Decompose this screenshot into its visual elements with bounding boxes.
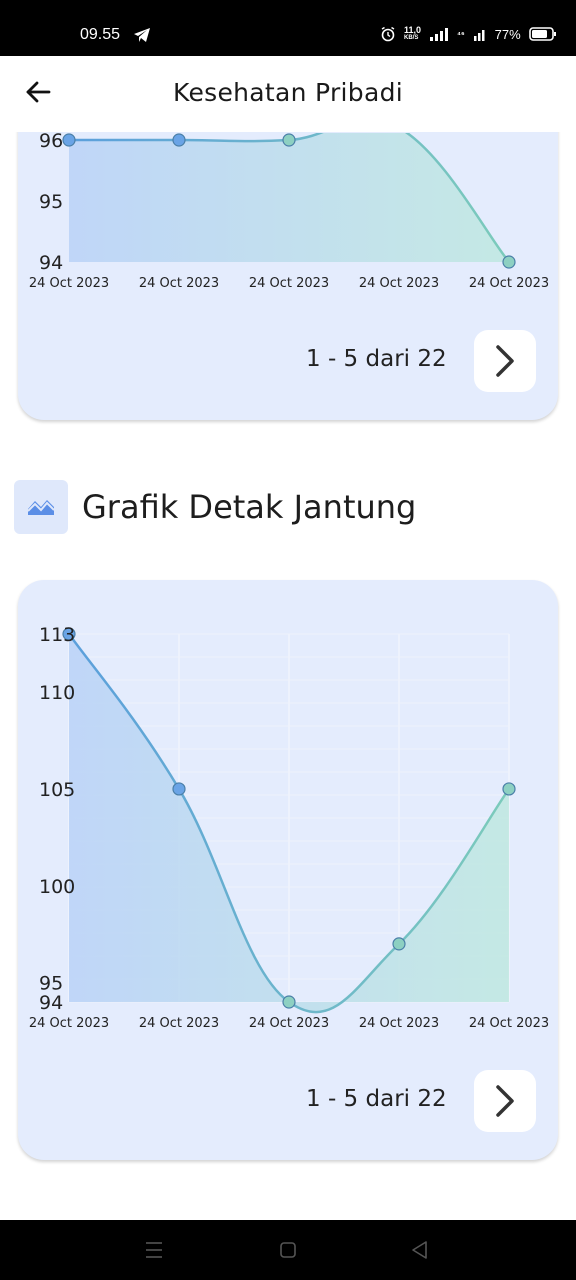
y-tick-label: 95 [39, 191, 63, 213]
heart-rate-section-header: Grafik Detak Jantung [14, 480, 416, 534]
signal-icon [430, 28, 449, 41]
x-tick-label: 24 Oct 2023 [29, 1016, 109, 1031]
y-tick-label: 94 [39, 252, 63, 274]
home-icon[interactable] [279, 1238, 297, 1262]
status-bar: 09.55 11,0 KB/S ⁴⁶ 77% [0, 0, 576, 56]
data-point[interactable] [282, 133, 296, 147]
back-nav-icon[interactable] [410, 1238, 428, 1262]
y-tick-label: 100 [39, 876, 75, 898]
x-tick-label: 24 Oct 2023 [469, 276, 549, 291]
network-type: ⁴⁶ [457, 29, 465, 39]
heart-rate-area-chart: 9495 100 105 110 113 24 Oct 2023 24 Oct 2023 24… [29, 624, 549, 1031]
status-indicators: 11,0 KB/S ⁴⁶ 77% [380, 26, 557, 42]
network-speed-unit: KB/S [404, 35, 419, 41]
y-tick-label: 96 [39, 130, 63, 152]
heart-chart-next-button[interactable] [474, 1070, 536, 1132]
y-tick-label: 94 [39, 992, 63, 1014]
x-tick-label: 24 Oct 2023 [469, 1016, 549, 1031]
navigation-bar [0, 1220, 576, 1280]
x-tick-label: 24 Oct 2023 [139, 276, 219, 291]
y-tick-label: 110 [39, 682, 75, 704]
data-point[interactable] [502, 255, 516, 269]
data-point[interactable] [502, 782, 516, 796]
chart-line-icon [14, 480, 68, 534]
alarm-icon [381, 26, 395, 42]
x-tick-label: 24 Oct 2023 [139, 1016, 219, 1031]
y-tick-label: 113 [39, 624, 75, 646]
y-tick-label: 95 [39, 973, 63, 995]
page-title: Kesehatan Pribadi [173, 78, 403, 107]
blood-oxygen-chart-card: 94 95 96 24 Oct 2023 24 Oct 2023 24 Oct 2023 2… [18, 100, 558, 420]
heart-chart-pager-text: 1 - 5 dari 22 [306, 1086, 447, 1112]
battery-icon [528, 27, 556, 41]
heart-rate-chart-card: 94 95 100 105 110 113 24 Oct 2023 24 Oct 2023 24… [18, 580, 558, 1160]
x-tick-label: 24 Oct 2023 [359, 1016, 439, 1031]
x-tick-label: 24 Oct 2023 [249, 276, 329, 291]
chevron-right-icon [496, 1085, 514, 1117]
data-point[interactable] [392, 937, 406, 951]
status-time: 09.55 [80, 26, 121, 43]
x-tick-label: 24 Oct 2023 [249, 1016, 329, 1031]
network-speed: 11,0 KB/S [404, 26, 421, 42]
battery-percent: 77% [494, 26, 521, 42]
signal-2-icon [473, 30, 485, 41]
x-tick-label: 24 Oct 2023 [359, 276, 439, 291]
x-tick-label: 24 Oct 2023 [29, 276, 109, 291]
data-point[interactable] [172, 782, 186, 796]
section-title: Grafik Detak Jantung [82, 488, 417, 526]
network-speed-value: 11,0 [404, 25, 422, 35]
top-chart-next-button[interactable] [474, 330, 536, 392]
menu-icon[interactable] [145, 1238, 163, 1262]
y-tick-label: 105 [39, 779, 75, 801]
data-point[interactable] [282, 995, 296, 1009]
data-point[interactable] [172, 133, 186, 147]
data-point[interactable] [62, 133, 76, 147]
chevron-right-icon [496, 345, 514, 377]
top-chart-pager-text: 1 - 5 dari 22 [306, 346, 447, 372]
telegram-icon [134, 28, 150, 42]
app-bar: Kesehatan Pribadi [0, 56, 576, 132]
